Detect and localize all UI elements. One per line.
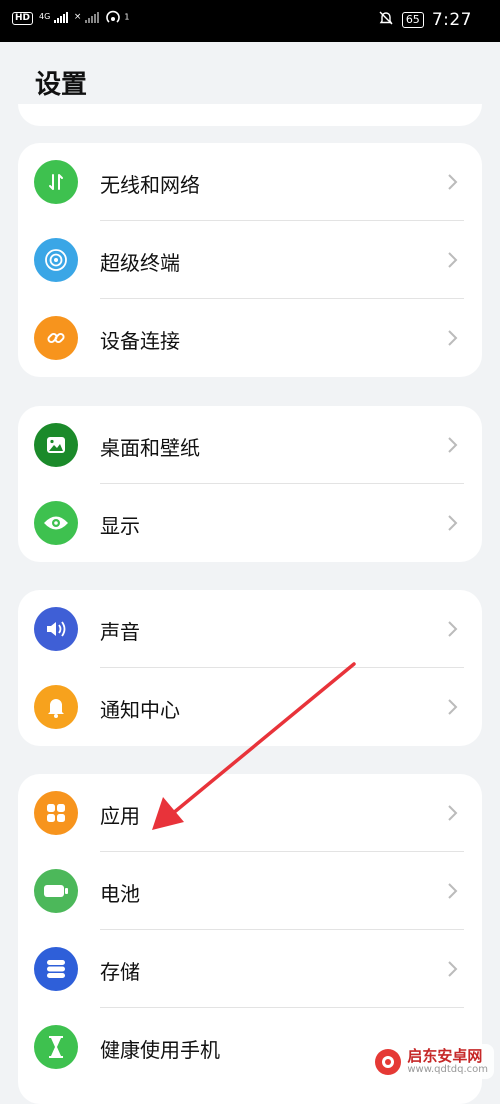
previous-card-edge <box>18 104 482 126</box>
settings-item-label: 电池 <box>100 882 140 906</box>
wifi-network-icon <box>34 160 78 204</box>
hourglass-icon <box>34 1025 78 1069</box>
hd-indicator: HD <box>12 12 34 25</box>
watermark-logo <box>375 1048 402 1075</box>
settings-item-super-device[interactable]: 超级终端 <box>18 221 482 299</box>
watermark-url: www.qdtdq.com <box>407 1064 488 1075</box>
battery-level: 65 <box>401 12 424 28</box>
settings-item-device-connection[interactable]: 设备连接 <box>18 299 482 377</box>
page-title: 设置 <box>35 70 88 100</box>
settings-item-display[interactable]: 显示 <box>18 484 482 562</box>
battery-icon <box>34 869 78 913</box>
settings-group-sound: 声音 通知中心 <box>18 590 482 746</box>
watermark-name: 启东安卓网 <box>407 1047 483 1065</box>
link-icon <box>34 316 78 360</box>
settings-item-notification-center[interactable]: 通知中心 <box>18 668 482 746</box>
bell-icon <box>34 685 78 729</box>
status-time: 7:27 <box>431 10 472 30</box>
chevron-right-icon <box>448 621 458 637</box>
hotspot-icon: 1 <box>105 10 129 27</box>
settings-item-label: 应用 <box>100 804 140 828</box>
super-device-icon <box>34 238 78 282</box>
chevron-right-icon <box>448 174 458 190</box>
storage-icon <box>34 947 78 991</box>
apps-icon <box>34 791 78 835</box>
settings-item-label: 存储 <box>100 960 140 984</box>
settings-item-label: 显示 <box>100 514 140 538</box>
speaker-icon <box>34 607 78 651</box>
settings-item-label: 设备连接 <box>100 329 180 353</box>
status-indicators: HD 4G × 1 <box>12 10 129 27</box>
settings-item-storage[interactable]: 存储 <box>18 930 482 1008</box>
settings-item-sound[interactable]: 声音 <box>18 590 482 668</box>
settings-group-connectivity: 无线和网络 超级终端 设备连接 <box>18 143 482 377</box>
chevron-right-icon <box>448 330 458 346</box>
settings-item-battery[interactable]: 电池 <box>18 852 482 930</box>
chevron-right-icon <box>448 252 458 268</box>
settings-item-label: 声音 <box>100 620 140 644</box>
signal-4g-icon: 4G <box>39 11 68 26</box>
settings-item-label: 无线和网络 <box>100 173 200 197</box>
status-right: 65 7:27 <box>378 10 472 30</box>
chevron-right-icon <box>448 961 458 977</box>
mute-bell-icon <box>378 10 394 30</box>
settings-item-label: 桌面和壁纸 <box>100 436 200 460</box>
settings-item-home-wallpaper[interactable]: 桌面和壁纸 <box>18 406 482 484</box>
settings-item-label: 健康使用手机 <box>100 1038 220 1062</box>
chevron-right-icon <box>448 805 458 821</box>
settings-item-apps[interactable]: 应用 <box>18 774 482 852</box>
wallpaper-icon <box>34 423 78 467</box>
signal-no-sim-icon: × <box>74 11 99 26</box>
chevron-right-icon <box>448 699 458 715</box>
chevron-right-icon <box>448 883 458 899</box>
eye-icon <box>34 501 78 545</box>
settings-item-label: 超级终端 <box>100 251 180 275</box>
status-bar: HD 4G × 1 65 7:27 <box>0 0 500 42</box>
settings-item-wireless-network[interactable]: 无线和网络 <box>18 143 482 221</box>
settings-group-display: 桌面和壁纸 显示 <box>18 406 482 562</box>
watermark: 启东安卓网 www.qdtdq.com <box>369 1044 494 1079</box>
settings-item-label: 通知中心 <box>100 698 180 722</box>
chevron-right-icon <box>448 437 458 453</box>
chevron-right-icon <box>448 515 458 531</box>
